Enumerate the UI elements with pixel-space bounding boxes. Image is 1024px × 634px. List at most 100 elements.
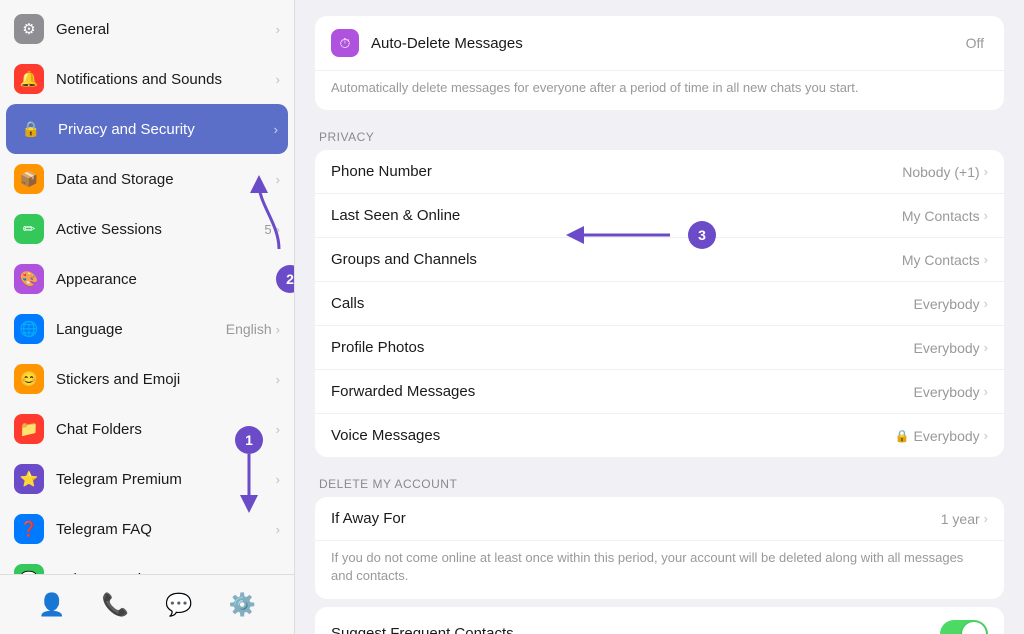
main-content: ⏱ Auto-Delete Messages Off Automatically…: [295, 0, 1024, 634]
sessions-label: Active Sessions: [56, 221, 264, 238]
privacy-card: Phone NumberNobody (+1)›Last Seen & Onli…: [315, 150, 1004, 457]
phone-arrow: ›: [984, 164, 988, 179]
sidebar-footer: 👤 📞 💬 ⚙️: [0, 574, 294, 634]
appearance-label: Appearance: [56, 271, 276, 288]
premium-label: Telegram Premium: [56, 471, 276, 488]
voice-arrow: ›: [984, 428, 988, 443]
privacy-row-voice[interactable]: Voice Messages🔒 Everybody ›: [315, 414, 1004, 457]
sidebar-item-premium[interactable]: ⭐Telegram Premium›: [0, 454, 294, 504]
privacy-label: Privacy and Security: [58, 121, 274, 138]
footer-profile-icon[interactable]: 👤: [32, 586, 71, 624]
calls-label: Calls: [331, 295, 914, 312]
stickers-arrow: ›: [276, 372, 280, 387]
auto-delete-card: ⏱ Auto-Delete Messages Off Automatically…: [315, 16, 1004, 110]
general-arrow: ›: [276, 22, 280, 37]
annotation-2: 2: [276, 265, 294, 293]
forwarded-arrow: ›: [984, 384, 988, 399]
footer-calls-icon[interactable]: 📞: [96, 586, 135, 624]
suggest-contacts-row[interactable]: Suggest Frequent Contacts: [315, 607, 1004, 634]
voice-value: Everybody: [914, 428, 980, 444]
sidebar: ⚙General›🔔Notifications and Sounds› 🔒 Priv…: [0, 0, 295, 634]
phone-label: Phone Number: [331, 163, 902, 180]
calls-value: Everybody: [914, 296, 980, 312]
auto-delete-row[interactable]: ⏱ Auto-Delete Messages Off: [315, 16, 1004, 71]
sessions-icon: ✏: [14, 214, 44, 244]
sidebar-item-data[interactable]: 📦 Data and Storage›: [0, 154, 294, 204]
language-icon: 🌐: [14, 314, 44, 344]
language-label: Language: [56, 321, 226, 338]
sidebar-item-general[interactable]: ⚙General›: [0, 4, 294, 54]
data-icon: 📦: [14, 164, 44, 194]
privacy-row-groups[interactable]: Groups and ChannelsMy Contacts ›: [315, 238, 1004, 282]
stickers-icon: 😊: [14, 364, 44, 394]
auto-delete-label: Auto-Delete Messages: [371, 35, 966, 52]
lastseen-value: My Contacts: [902, 208, 980, 224]
data-arrow: ›: [276, 172, 280, 187]
suggest-contacts-card: Suggest Frequent Contacts: [315, 607, 1004, 634]
privacy-row-lastseen[interactable]: Last Seen & OnlineMy Contacts ›: [315, 194, 1004, 238]
forwarded-value: Everybody: [914, 384, 980, 400]
voice-label: Voice Messages: [331, 427, 895, 444]
lastseen-label: Last Seen & Online: [331, 207, 902, 224]
phone-value: Nobody (+1): [902, 164, 979, 180]
if-away-label: If Away For: [331, 510, 941, 527]
privacy-row-forwarded[interactable]: Forwarded MessagesEverybody ›: [315, 370, 1004, 414]
sidebar-item-appearance[interactable]: 🎨Appearance›2: [0, 254, 294, 304]
sidebar-list: ⚙General›🔔Notifications and Sounds› 🔒 Priv…: [0, 0, 294, 574]
delete-card: If Away For 1 year › If you do not come …: [315, 497, 1004, 598]
photos-label: Profile Photos: [331, 339, 914, 356]
sessions-badge: 5: [264, 222, 271, 237]
delete-section-label: DELETE MY ACCOUNT: [315, 465, 1004, 497]
language-value: English: [226, 321, 272, 337]
auto-delete-icon: ⏱: [331, 29, 359, 57]
ask-arrow: ›: [276, 572, 280, 575]
ask-icon: 💬: [14, 564, 44, 574]
suggest-contacts-label: Suggest Frequent Contacts: [331, 625, 940, 634]
groups-arrow: ›: [984, 252, 988, 267]
ask-label: Ask a Question: [56, 571, 276, 575]
appearance-icon: 🎨: [14, 264, 44, 294]
lastseen-arrow: ›: [984, 208, 988, 223]
privacy-icon: 🔒: [16, 114, 46, 144]
folders-icon: 📁: [14, 414, 44, 444]
sidebar-item-language[interactable]: 🌐 LanguageEnglish ›: [0, 304, 294, 354]
sidebar-item-stickers[interactable]: 😊 Stickers and Emoji›: [0, 354, 294, 404]
faq-icon: ❓: [14, 514, 44, 544]
general-icon: ⚙: [14, 14, 44, 44]
notifications-arrow: ›: [276, 72, 280, 87]
privacy-row-phone[interactable]: Phone NumberNobody (+1) ›: [315, 150, 1004, 194]
sidebar-item-notifications[interactable]: 🔔Notifications and Sounds›: [0, 54, 294, 104]
data-label: Data and Storage: [56, 171, 276, 188]
faq-arrow: ›: [276, 522, 280, 537]
notifications-label: Notifications and Sounds: [56, 71, 276, 88]
if-away-arrow: ›: [984, 511, 988, 526]
privacy-arrow: ›: [274, 122, 278, 137]
premium-icon: ⭐: [14, 464, 44, 494]
stickers-label: Stickers and Emoji: [56, 371, 276, 388]
calls-arrow: ›: [984, 296, 988, 311]
sidebar-item-folders[interactable]: 📁Chat Folders›: [0, 404, 294, 454]
sidebar-item-faq[interactable]: ❓ Telegram FAQ›: [0, 504, 294, 554]
faq-label: Telegram FAQ: [56, 521, 276, 538]
privacy-section-label: PRIVACY: [315, 118, 1004, 150]
photos-value: Everybody: [914, 340, 980, 356]
language-arrow: ›: [276, 322, 280, 337]
lock-icon: 🔒: [895, 429, 910, 443]
privacy-row-photos[interactable]: Profile PhotosEverybody›: [315, 326, 1004, 370]
footer-settings-icon[interactable]: ⚙️: [223, 586, 262, 624]
suggest-contacts-toggle[interactable]: [940, 620, 988, 634]
if-away-description: If you do not come online at least once …: [315, 541, 1004, 598]
auto-delete-value: Off: [966, 35, 984, 51]
privacy-row-calls[interactable]: CallsEverybody ›: [315, 282, 1004, 326]
groups-value: My Contacts: [902, 252, 980, 268]
folders-label: Chat Folders: [56, 421, 276, 438]
sidebar-item-ask[interactable]: 💬 Ask a Question›: [0, 554, 294, 574]
groups-label: Groups and Channels: [331, 251, 902, 268]
sessions-arrow: ›: [276, 222, 280, 237]
sidebar-item-privacy[interactable]: 🔒 Privacy and Security›: [6, 104, 288, 154]
sidebar-item-sessions[interactable]: ✏ Active Sessions5 ›: [0, 204, 294, 254]
footer-chats-icon[interactable]: 💬: [159, 586, 198, 624]
auto-delete-description: Automatically delete messages for everyo…: [315, 71, 1004, 110]
if-away-row[interactable]: If Away For 1 year ›: [315, 497, 1004, 541]
forwarded-label: Forwarded Messages: [331, 383, 914, 400]
